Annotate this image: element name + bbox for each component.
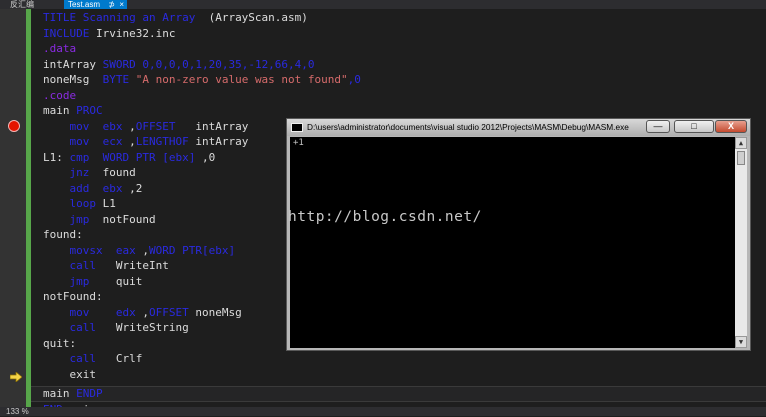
current-line-highlight bbox=[31, 386, 766, 402]
tab-test-asm[interactable]: Test.asm ⊅ × bbox=[64, 0, 127, 9]
maximize-button[interactable]: □ bbox=[674, 120, 714, 133]
watermark-text: http://blog.csdn.net/ bbox=[288, 209, 482, 225]
editor-gutter[interactable] bbox=[0, 9, 26, 407]
code-line: jmp quit bbox=[43, 274, 142, 290]
document-tab-bar: 反汇编 Test.asm ⊅ × bbox=[0, 0, 766, 9]
breakpoint-icon[interactable] bbox=[8, 120, 20, 132]
code-line: exit bbox=[43, 367, 96, 383]
code-line: noneMsg BYTE "A non-zero value was not f… bbox=[43, 72, 361, 88]
code-line: INCLUDE Irvine32.inc bbox=[43, 26, 175, 42]
code-line: .data bbox=[43, 41, 76, 57]
code-line: call WriteInt bbox=[43, 258, 169, 274]
code-line: found: bbox=[43, 227, 83, 243]
console-scrollbar[interactable]: ▲ ▼ bbox=[735, 137, 747, 348]
pin-icon[interactable]: ⊅ bbox=[108, 0, 115, 9]
code-line: call Crlf bbox=[43, 351, 142, 367]
code-line: TITLE Scanning an Array (ArrayScan.asm) bbox=[43, 10, 308, 26]
code-line: call WriteString bbox=[43, 320, 189, 336]
code-line: mov ebx ,OFFSET intArray bbox=[43, 119, 248, 135]
code-line: loop L1 bbox=[43, 196, 116, 212]
editor-status-bar: 133 % bbox=[0, 407, 766, 416]
console-titlebar[interactable]: D:\users\administrator\documents\visual … bbox=[287, 119, 750, 136]
code-line: main ENDP bbox=[43, 386, 103, 402]
tab-test-asm-label: Test.asm bbox=[68, 0, 100, 9]
console-window[interactable]: D:\users\administrator\documents\visual … bbox=[286, 118, 751, 351]
console-output-area[interactable]: +1 bbox=[290, 137, 735, 348]
console-title: D:\users\administrator\documents\visual … bbox=[307, 119, 629, 136]
code-line: movsx eax ,WORD PTR[ebx] bbox=[43, 243, 235, 259]
console-output: +1 bbox=[293, 138, 304, 148]
current-line-arrow-icon bbox=[10, 372, 22, 382]
code-line: quit: bbox=[43, 336, 76, 352]
console-app-icon[interactable] bbox=[291, 123, 303, 132]
code-line: jnz found bbox=[43, 165, 136, 181]
tab-disassembly[interactable]: 反汇编 bbox=[6, 0, 38, 9]
scroll-thumb[interactable] bbox=[737, 151, 745, 165]
code-line: main PROC bbox=[43, 103, 103, 119]
close-tab-icon[interactable]: × bbox=[119, 0, 124, 9]
code-line: intArray SWORD 0,0,0,0,1,20,35,-12,66,4,… bbox=[43, 57, 315, 73]
code-line: L1: cmp WORD PTR [ebx] ,0 bbox=[43, 150, 215, 166]
code-line: notFound: bbox=[43, 289, 103, 305]
close-button[interactable]: X bbox=[715, 120, 747, 133]
minimize-button[interactable]: — bbox=[646, 120, 670, 133]
code-line: mov edx ,OFFSET noneMsg bbox=[43, 305, 242, 321]
zoom-level[interactable]: 133 % bbox=[6, 407, 29, 416]
code-line: add ebx ,2 bbox=[43, 181, 142, 197]
code-line: .code bbox=[43, 88, 76, 104]
code-line: mov ecx ,LENGTHOF intArray bbox=[43, 134, 248, 150]
code-line: jmp notFound bbox=[43, 212, 156, 228]
scroll-up-button[interactable]: ▲ bbox=[735, 137, 747, 149]
scroll-down-button[interactable]: ▼ bbox=[735, 336, 747, 348]
